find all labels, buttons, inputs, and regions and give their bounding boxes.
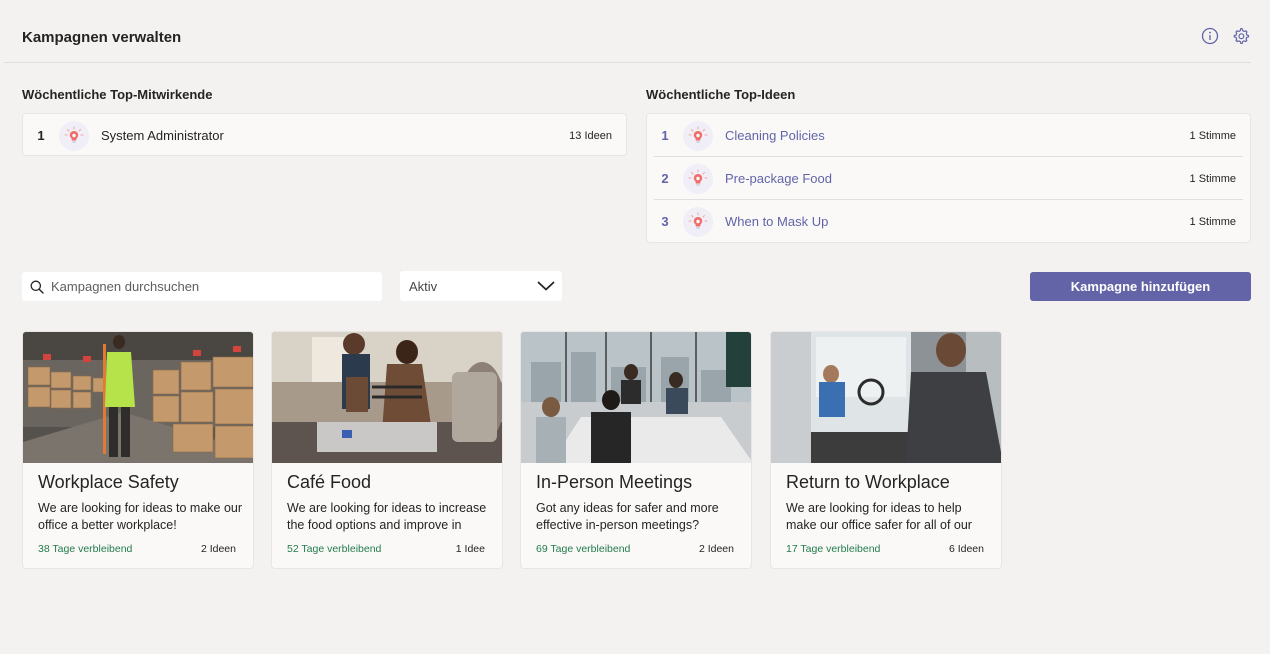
idea-link[interactable]: Pre-package Food [725,171,1190,186]
campaign-title: In-Person Meetings [536,472,693,492]
idea-vote-count: 1 Stimme [1189,172,1236,185]
lightbulb-avatar-icon [683,206,713,237]
status-filter-value: Aktiv [409,278,438,294]
rank-number: 3 [661,214,669,229]
campaign-description: Got any ideas for safer and more effecti… [536,501,719,532]
info-icon[interactable] [1201,27,1219,45]
contributor-idea-count: 13 Ideen [569,129,612,142]
top-contributors-title: Wöchentliche Top-Mitwirkende [22,87,213,102]
campaign-title: Workplace Safety [38,472,179,492]
idea-link[interactable]: When to Mask Up [725,214,1190,229]
campaign-days-remaining: 69 Tage verbleibend [536,543,631,555]
campaign-card[interactable]: In-Person Meetings Got any ideas for saf… [520,331,752,569]
campaign-title: Return to Workplace [786,472,950,492]
shuttle-driver-image [771,332,1001,463]
campaign-card[interactable]: Café Food We are looking for ideas to in… [271,331,503,569]
idea-vote-count: 1 Stimme [1189,215,1236,228]
campaign-description: We are looking for ideas to make our off… [38,501,243,532]
campaign-card[interactable]: Return to Workplace We are looking for i… [770,331,1002,569]
campaign-days-remaining: 38 Tage verbleibend [38,543,133,555]
add-campaign-button[interactable]: Kampagne hinzufügen [1030,272,1251,301]
idea-row[interactable]: 3 When to Mask Up 1 Stimme [647,200,1250,243]
lightbulb-avatar-icon [683,120,713,151]
contributor-name: System Administrator [101,128,224,143]
campaign-idea-count: 2 Ideen [200,543,236,555]
search-input[interactable] [51,279,371,294]
campaign-description: We are looking for ideas to increase the… [287,501,487,532]
campaign-idea-count: 1 Idee [455,543,485,555]
rank-number: 2 [661,171,669,186]
settings-icon[interactable] [1232,27,1250,45]
idea-vote-count: 1 Stimme [1189,129,1236,142]
campaign-title: Café Food [287,472,372,492]
lightbulb-avatar-icon [59,120,89,151]
page-header: Kampagnen verwalten [4,10,1251,63]
cafe-staff-image [272,332,502,463]
idea-link[interactable]: Cleaning Policies [725,128,1190,143]
top-ideas-list: 1 Cleaning Policies 1 Stimme 2 Pre-packa… [646,113,1251,243]
warehouse-worker-image [23,332,253,463]
campaign-idea-count: 2 Ideen [698,543,734,555]
campaign-description: We are looking for ideas to help make ou… [786,501,972,532]
top-ideas-title: Wöchentliche Top-Ideen [646,87,796,102]
top-contributors-list: 1 System Administrator 13 Ideen [22,113,627,156]
rank-number: 1 [37,128,45,143]
campaign-days-remaining: 52 Tage verbleibend [287,543,382,555]
meeting-room-image [521,332,751,463]
search-icon [30,280,44,294]
rank-number: 1 [661,128,669,143]
chevron-down-icon [537,281,555,291]
campaign-days-remaining: 17 Tage verbleibend [786,543,881,555]
idea-row[interactable]: 1 Cleaning Policies 1 Stimme [647,114,1250,157]
status-filter-dropdown[interactable]: Aktiv [400,271,562,301]
campaign-idea-count: 6 Ideen [948,543,984,555]
search-box[interactable] [22,272,382,301]
idea-row[interactable]: 2 Pre-package Food 1 Stimme [647,157,1250,200]
page-title: Kampagnen verwalten [22,29,182,46]
lightbulb-avatar-icon [683,163,713,194]
campaign-card[interactable]: Workplace Safety We are looking for idea… [22,331,254,569]
contributor-row: 1 System Administrator 13 Ideen [23,114,626,157]
